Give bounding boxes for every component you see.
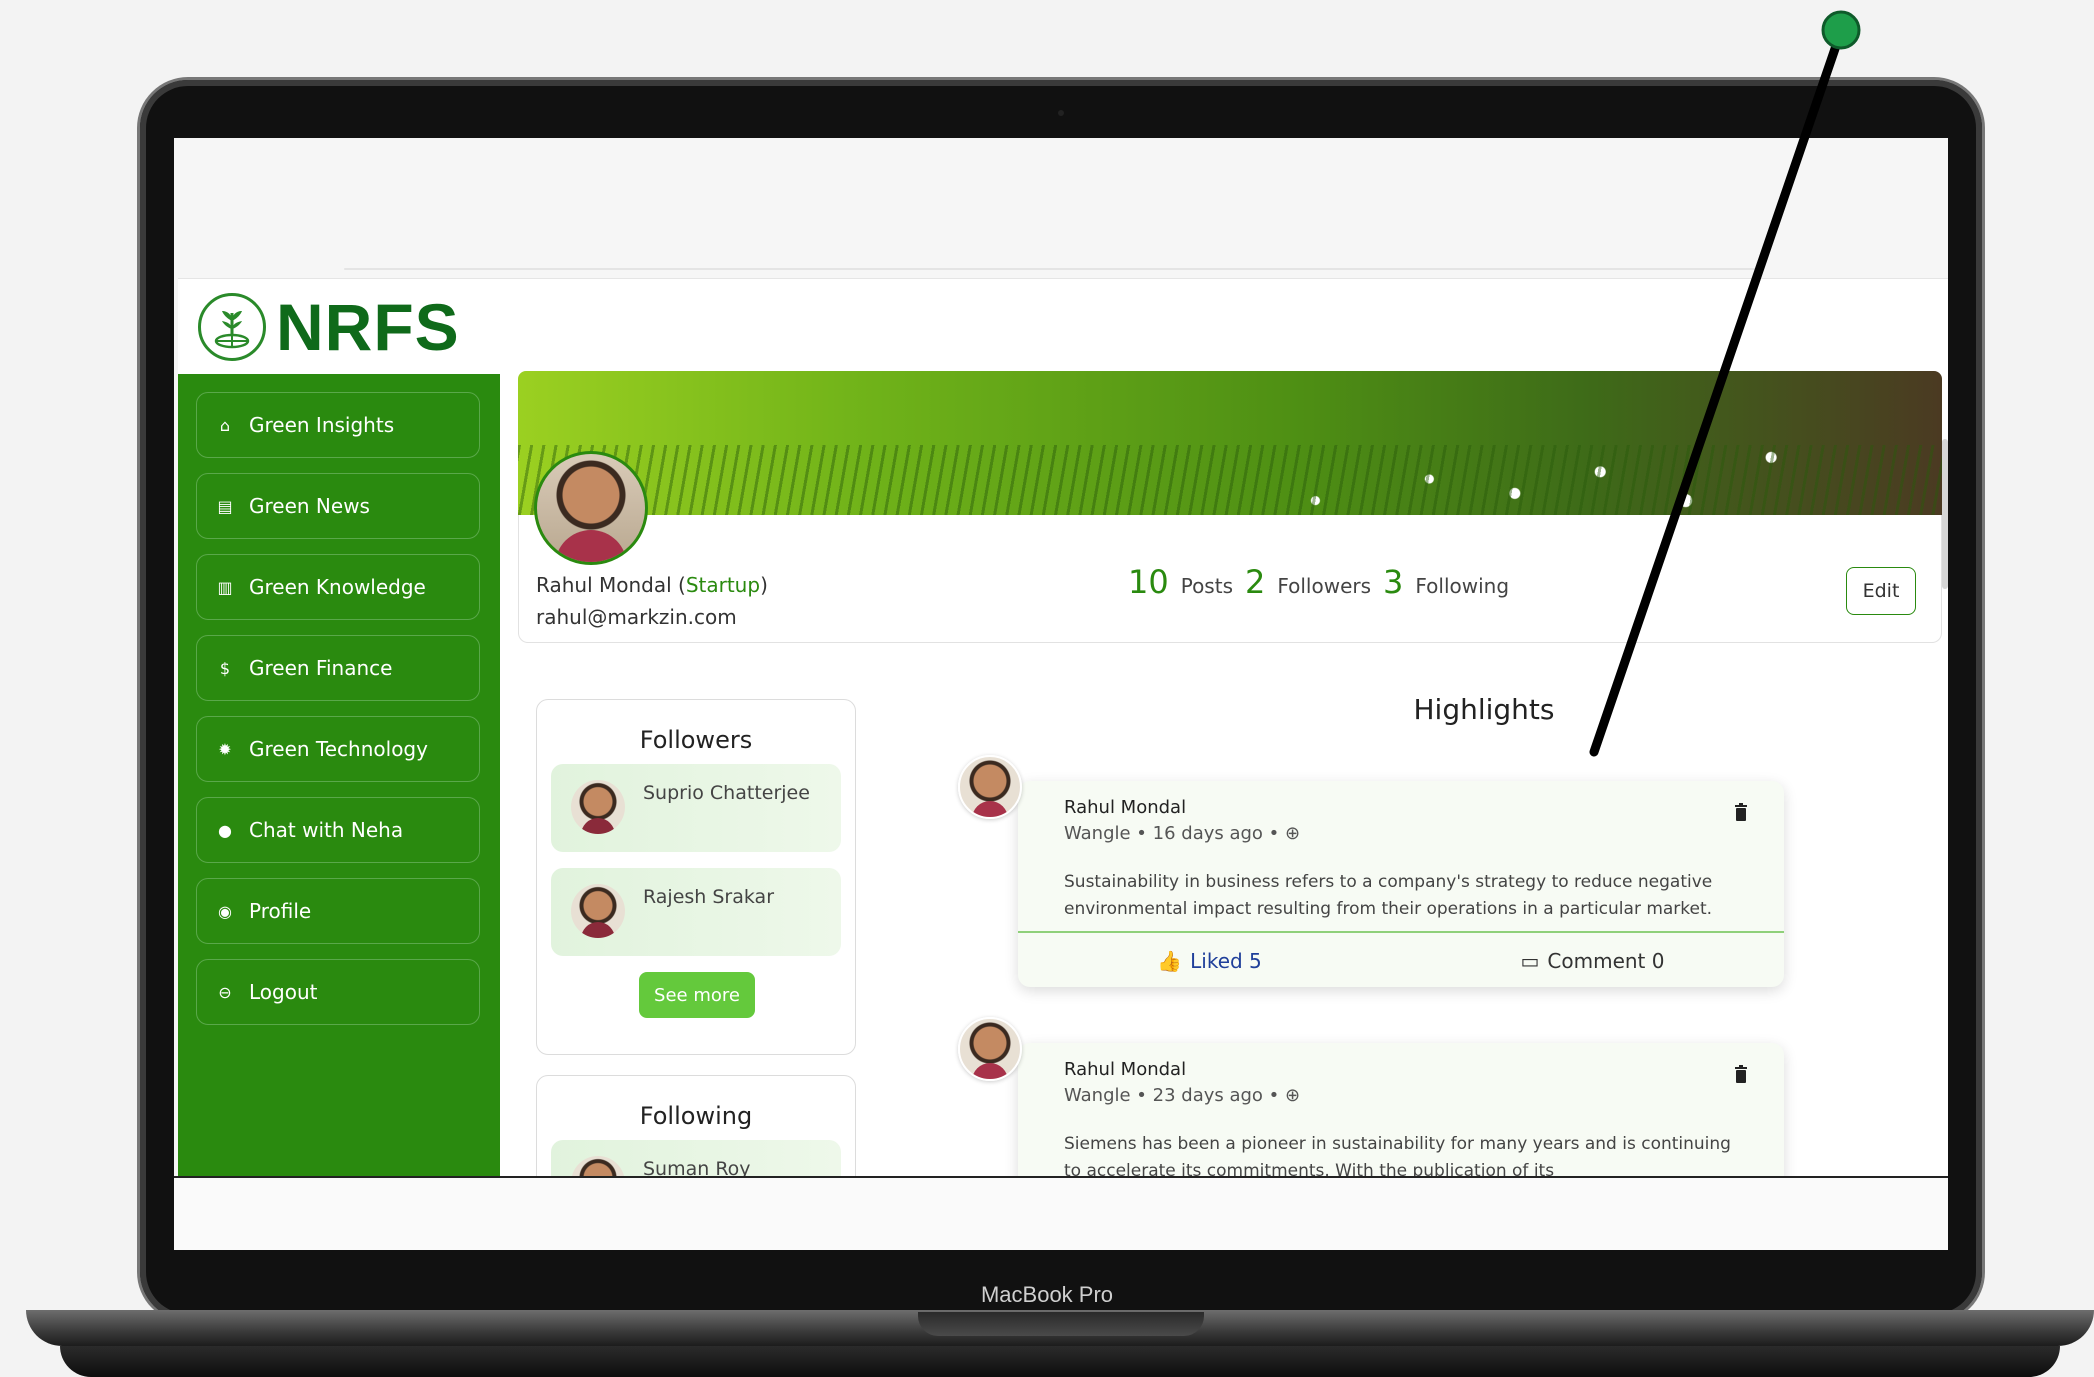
pin-icon [1821, 10, 1861, 50]
callout-pointer [1589, 10, 1861, 757]
pointer-line [1589, 35, 1843, 757]
